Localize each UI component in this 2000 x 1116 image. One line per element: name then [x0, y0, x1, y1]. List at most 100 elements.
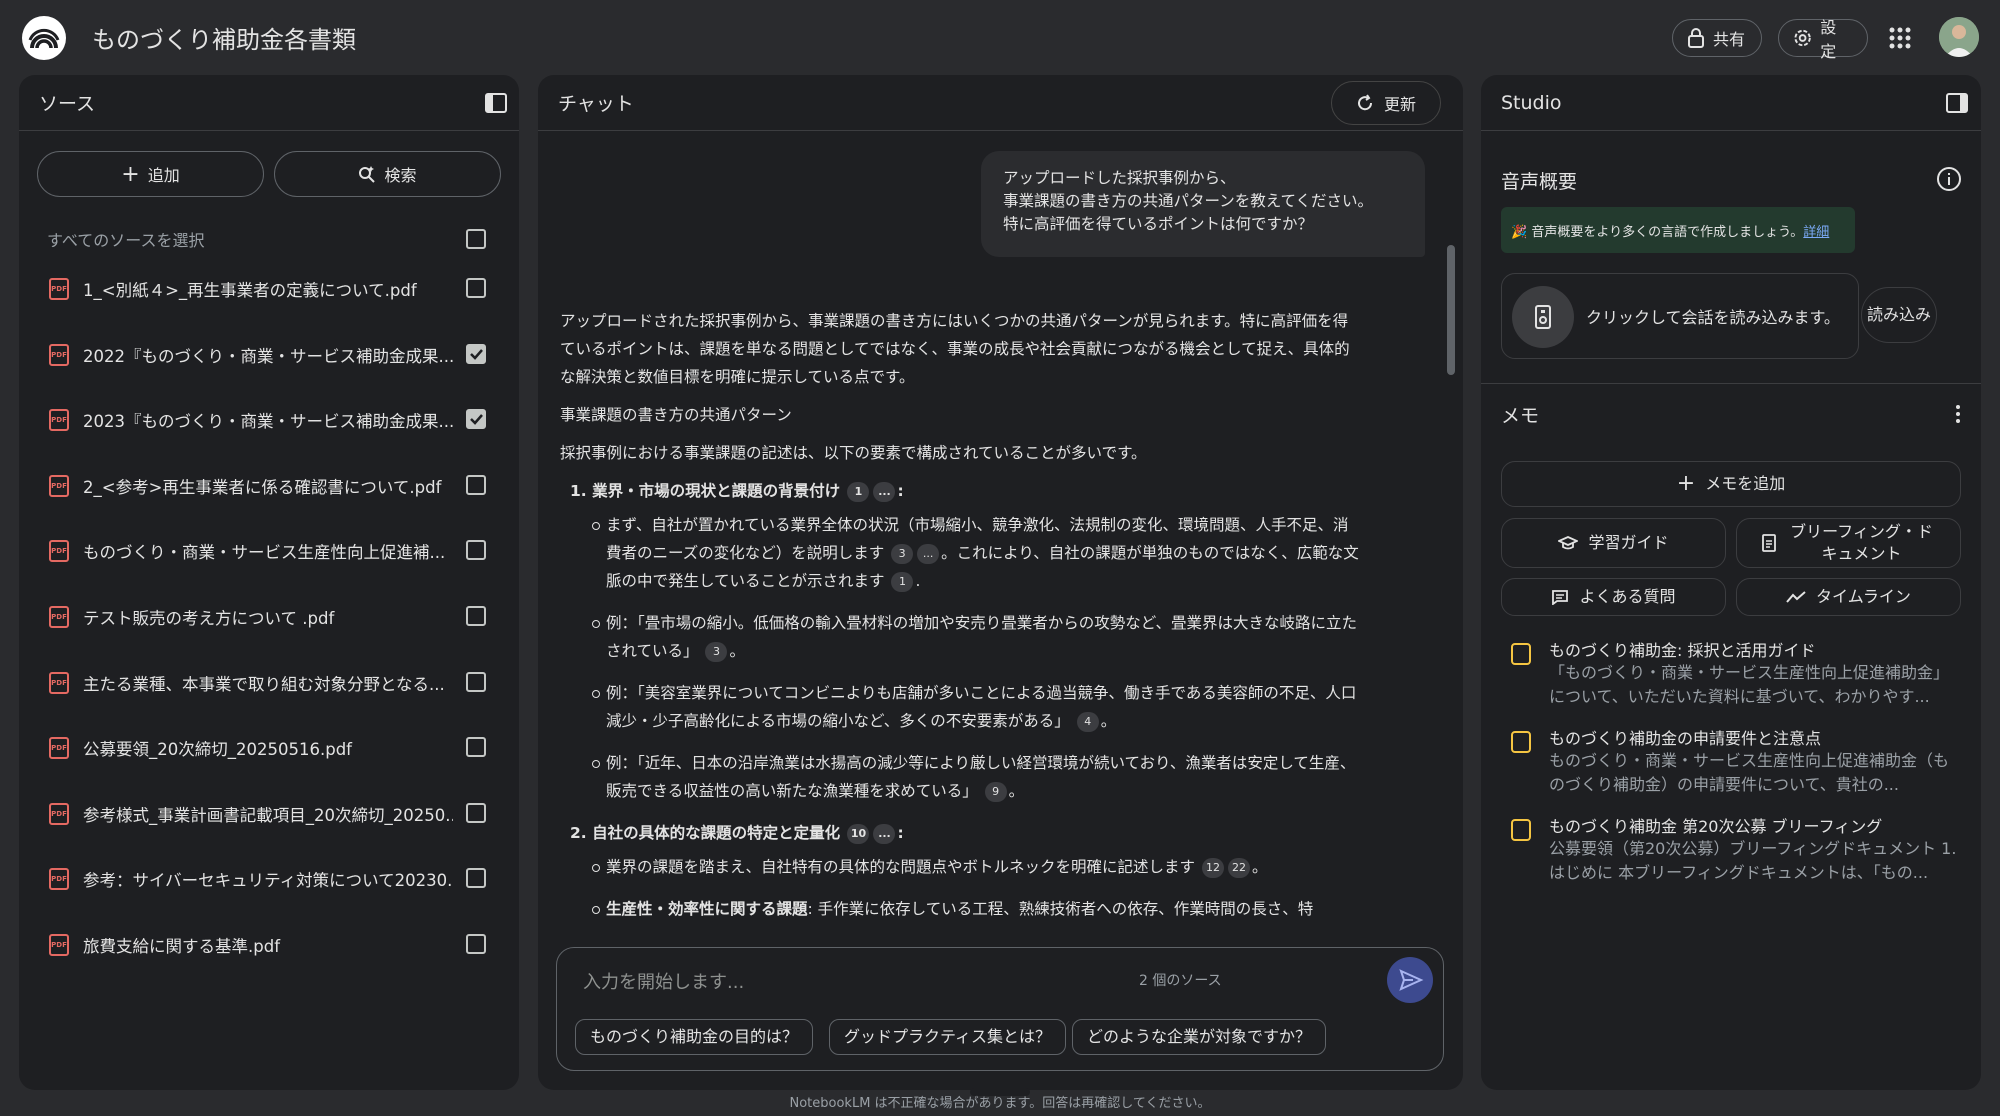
source-name: 2_<参考>再生事業者に係る確認書について.pdf [83, 477, 442, 497]
plus-icon: + [121, 161, 140, 187]
citation-chip[interactable]: 9 [984, 782, 1007, 802]
source-checkbox[interactable] [466, 737, 486, 758]
audio-overview-title: 音声概要 [1501, 171, 1578, 193]
citation-chip[interactable]: 22 [1227, 858, 1250, 878]
answer-section-lead: 採択事例における事業課題の記述は、以下の要素で構成されていることが多いです。 [560, 444, 1147, 462]
source-checkbox[interactable] [466, 409, 486, 430]
timeline-button[interactable]: タイムライン [1736, 578, 1961, 616]
studio-title: Studio [1501, 91, 1562, 114]
source-item[interactable]: PDF 参考：サイバーセキュリティ対策について20230... [19, 853, 519, 903]
collapse-panel-icon[interactable] [484, 91, 508, 115]
citation-chip[interactable]: 4 [1076, 712, 1099, 732]
check-icon [470, 348, 483, 360]
study-guide-label: 学習ガイド [1588, 533, 1669, 552]
source-checkbox[interactable] [466, 278, 486, 298]
info-icon[interactable] [1936, 166, 1962, 192]
source-name: ものづくり・商業・サービス生産性向上促進補... [83, 543, 446, 563]
citation-chip[interactable]: 3 [705, 642, 728, 662]
source-item[interactable]: PDF 主たる業種、本事業で取り組む対象分野となる... [19, 657, 519, 707]
source-checkbox[interactable] [466, 343, 486, 364]
user-avatar[interactable] [1939, 17, 1979, 57]
answer-bullet: まず、自社が置かれている業界全体の状況（市場縮小、競争激化、法規制の変化、環境問… [592, 511, 1360, 595]
source-item[interactable]: PDF ものづくり・商業・サービス生産性向上促進補... [19, 525, 519, 575]
user-message-line: 特に高評価を得ているポイントは何ですか？ [1003, 215, 1314, 233]
select-all-checkbox[interactable] [466, 229, 486, 249]
banner-details-link[interactable]: 詳細 [1803, 225, 1829, 240]
answer-bullet-text: 例：「近年、日本の沿岸漁業は水揚高の減少等により厳しい経営環境が続いており、漁業… [606, 754, 1356, 800]
chat-scrollbar[interactable] [1447, 245, 1455, 375]
source-checkbox[interactable] [466, 802, 486, 823]
source-checkbox[interactable] [466, 606, 486, 626]
timeline-label: タイムライン [1816, 587, 1911, 606]
sources-header: ソース [19, 75, 519, 131]
sources-panel: ソース + 追加 検索 すべてのソースを選択 PDF 1_<別紙４>_再生事業者の… [19, 75, 519, 1090]
answer-item-title-text: 2. 自社の具体的な課題の特定と定量化 [570, 824, 841, 842]
source-item[interactable]: PDF テスト販売の考え方について .pdf [19, 591, 519, 641]
source-checkbox[interactable] [466, 868, 486, 889]
source-item[interactable]: PDF 参考様式_事業計画書記載項目_20次締切_20250... [19, 788, 519, 838]
plus-icon: + [1676, 471, 1696, 496]
search-sources-button[interactable]: 検索 [274, 151, 501, 197]
refresh-button[interactable]: 更新 [1331, 81, 1441, 125]
add-source-button[interactable]: + 追加 [37, 151, 264, 197]
source-checkbox[interactable] [466, 934, 486, 954]
citation-chip[interactable]: 1 [847, 482, 870, 502]
pdf-icon: PDF [49, 868, 69, 891]
chat-input[interactable]: 入力を開始します... [583, 968, 744, 994]
note-title: ものづくり補助金 第20次公募 ブリーフィング [1549, 817, 1883, 836]
briefing-doc-label: ブリーフィング・ドキュメント [1790, 522, 1933, 563]
suggestion-chip[interactable]: どのような企業が対象ですか？ [1072, 1019, 1327, 1055]
settings-button[interactable]: 設定 [1778, 18, 1868, 61]
citation-chip[interactable]: 12 [1201, 858, 1224, 878]
source-item[interactable]: PDF 1_<別紙４>_再生事業者の定義について.pdf [19, 263, 519, 313]
suggestion-chip[interactable]: ものづくり補助金の目的は？ [575, 1019, 814, 1055]
note-item[interactable]: ものづくり補助金 第20次公募 ブリーフィング 公募要領（第20次公募）ブリーフ… [1501, 813, 1961, 887]
share-label: 共有 [1713, 30, 1746, 49]
user-message-line: アップロードした採択事例から、 [1003, 169, 1236, 187]
lock-icon [1688, 28, 1704, 48]
source-item[interactable]: PDF 2022『ものづくり・商業・サービス補助金成果... [19, 329, 519, 379]
add-source-label: 追加 [147, 166, 180, 185]
top-bar: ものづくり補助金各書類 共有 設定 [0, 0, 2000, 74]
assistant-answer: アップロードされた採択事例から、事業課題の書き方にはいくつかの共通パターンが見ら… [560, 307, 1360, 937]
briefing-doc-button[interactable]: ブリーフィング・ドキュメント [1736, 518, 1961, 568]
source-item[interactable]: PDF 公募要領_20次締切_20250516.pdf [19, 722, 519, 772]
source-checkbox[interactable] [466, 474, 486, 495]
study-guide-button[interactable]: 学習ガイド [1501, 518, 1726, 568]
send-button[interactable] [1387, 957, 1433, 1003]
search-sparkle-icon [359, 166, 376, 183]
collapse-panel-icon[interactable] [1945, 91, 1969, 115]
citation-more-chip[interactable]: ... [873, 824, 896, 844]
note-icon [1511, 819, 1531, 841]
language-banner: 🎉 音声概要をより多くの言語で作成しましょう。詳細 [1501, 207, 1855, 253]
apps-grid-icon[interactable] [1886, 24, 1914, 52]
select-all-label: すべてのソースを選択 [47, 231, 205, 250]
check-icon [470, 414, 483, 426]
source-name: 参考様式_事業計画書記載項目_20次締切_20250... [83, 805, 453, 825]
citation-more-chip[interactable]: ... [917, 544, 940, 564]
faq-button[interactable]: よくある質問 [1501, 578, 1726, 616]
citation-more-chip[interactable]: ... [873, 482, 896, 502]
note-item[interactable]: ものづくり補助金の申請要件と注意点 ものづくり・商業・サービス生産性向上促進補助… [1501, 725, 1961, 799]
notebooklm-logo-icon[interactable] [22, 16, 66, 60]
source-checkbox[interactable] [466, 540, 486, 561]
citation-chip[interactable]: 1 [891, 572, 914, 592]
load-button[interactable]: 読み込み [1861, 287, 1937, 343]
share-button[interactable]: 共有 [1672, 19, 1762, 57]
source-name: テスト販売の考え方について .pdf [83, 609, 335, 628]
citation-chip[interactable]: 3 [891, 544, 914, 564]
source-checkbox[interactable] [466, 671, 486, 692]
add-memo-button[interactable]: + メモを追加 [1501, 461, 1961, 507]
note-title: ものづくり補助金: 採択と活用ガイド [1549, 641, 1816, 660]
source-item[interactable]: PDF 旅費支給に関する基準.pdf [19, 919, 519, 969]
citation-chip[interactable]: 10 [847, 824, 870, 844]
timeline-icon [1786, 591, 1806, 603]
chat-panel: チャット 更新 アップロードした採択事例から、 事業課題の書き方の共通パターンを… [538, 75, 1463, 1090]
notebook-title[interactable]: ものづくり補助金各書類 [92, 20, 356, 55]
note-item[interactable]: ものづくり補助金: 採択と活用ガイド 「ものづくり・商業・サービス生産性向上促進… [1501, 637, 1961, 711]
audio-load-card[interactable]: クリックして会話を読み込みます。 [1501, 273, 1859, 359]
more-vert-icon[interactable] [1955, 403, 1961, 425]
suggestion-chip[interactable]: グッドプラクティス集とは？ [829, 1019, 1067, 1055]
source-item[interactable]: PDF 2_<参考>再生事業者に係る確認書について.pdf [19, 460, 519, 510]
source-item[interactable]: PDF 2023『ものづくり・商業・サービス補助金成果... [19, 394, 519, 444]
